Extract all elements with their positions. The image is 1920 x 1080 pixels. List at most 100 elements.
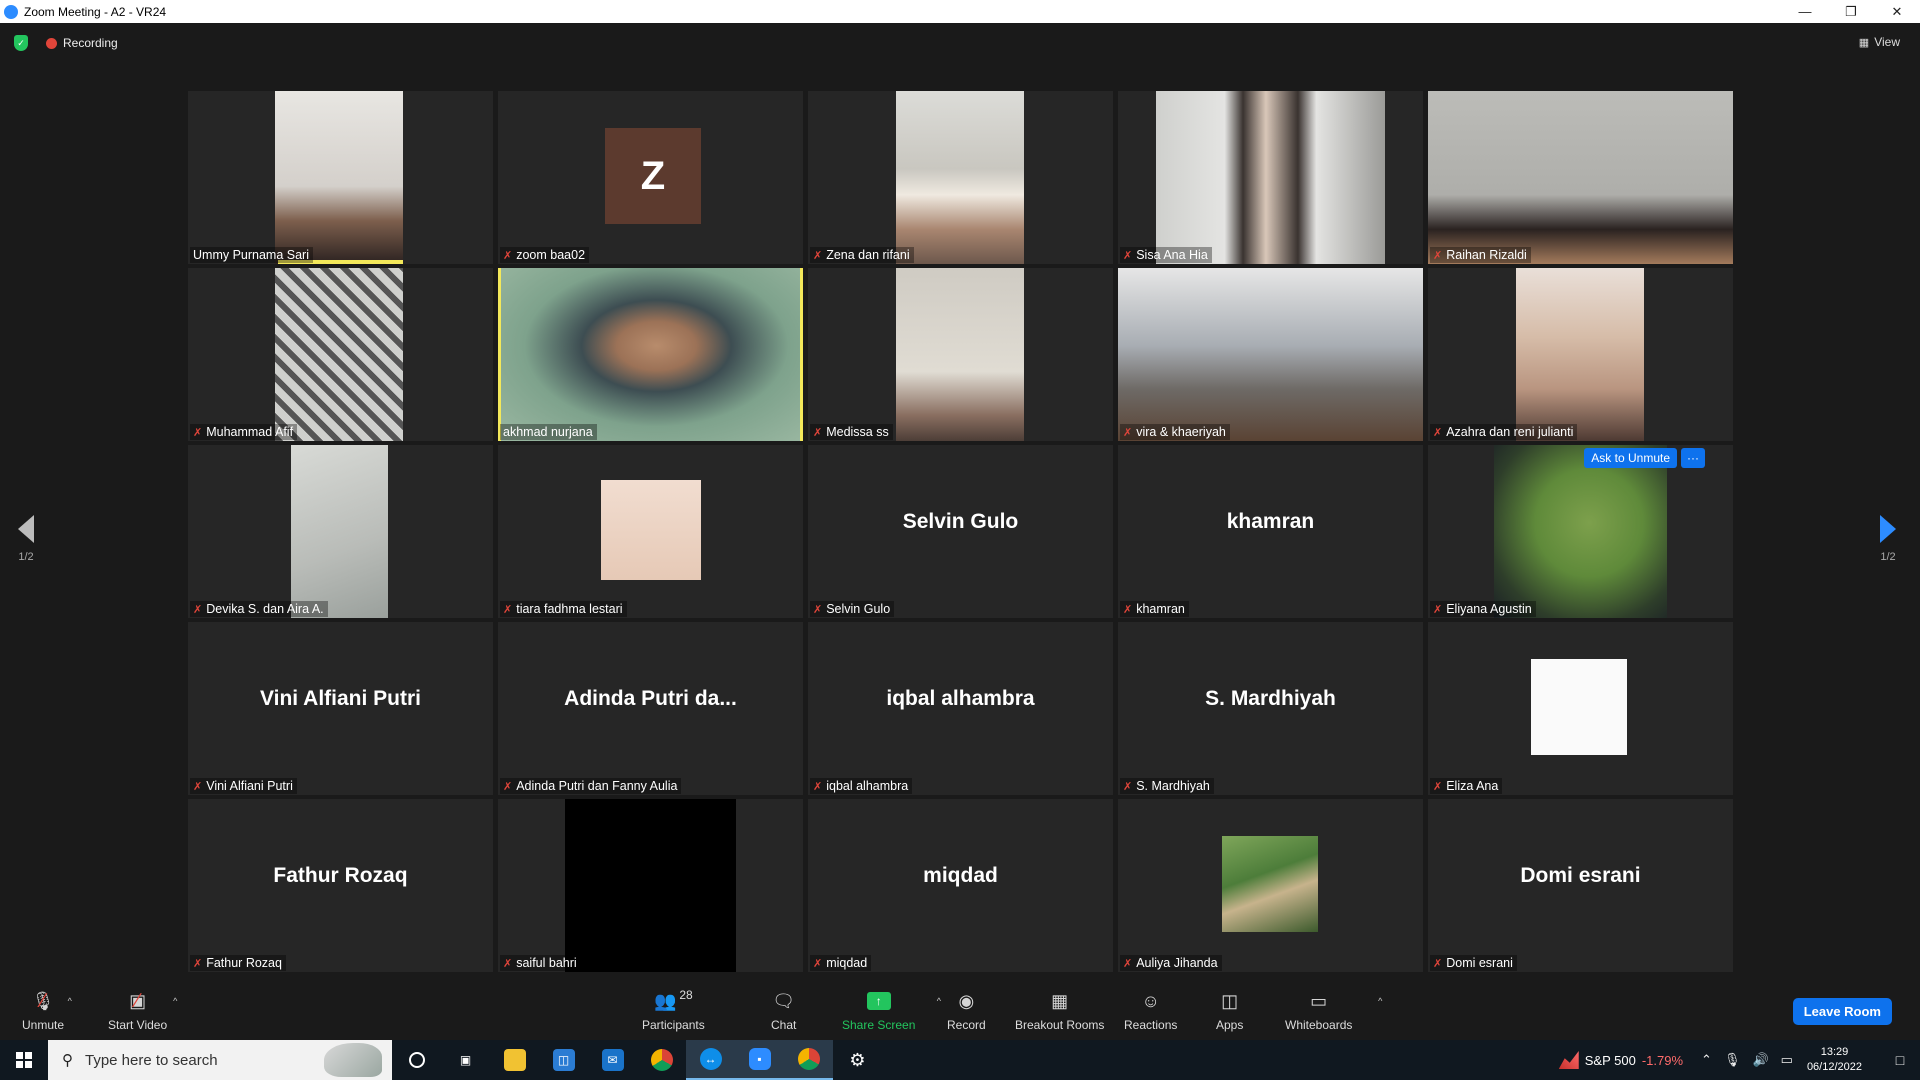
reactions-icon: ☺: [1141, 990, 1160, 1011]
participant-tile[interactable]: ✗ Azahra dan reni julianti: [1428, 268, 1733, 441]
taskbar-clock[interactable]: 13:29 06/12/2022: [1807, 1045, 1862, 1075]
whiteboards-button[interactable]: ▭ ^ Whiteboards: [1285, 990, 1383, 1033]
notifications-button[interactable]: □: [1880, 1040, 1920, 1080]
taskbar-zoom[interactable]: ▪: [735, 1040, 784, 1080]
participant-tile[interactable]: ✗ Auliya Jihanda: [1118, 799, 1423, 972]
participants-button[interactable]: 👥 28 Participants: [642, 988, 705, 1032]
muted-mic-icon: ✗: [193, 957, 203, 970]
taskbar-search-box[interactable]: ⚲ Type here to search: [48, 1040, 392, 1080]
start-video-button[interactable]: ▣ ∕ ^ Start Video: [108, 990, 177, 1033]
participant-tile[interactable]: S. Mardhiyah ✗ S. Mardhiyah: [1118, 622, 1423, 795]
share-screen-button[interactable]: ↑ ^ Share Screen: [842, 990, 941, 1032]
participant-name-tag: ✗ tiara fadhma lestari: [500, 601, 627, 617]
microphone-icon[interactable]: 🎙: [1724, 1052, 1741, 1068]
video-feed: [1494, 445, 1667, 618]
whiteboard-icon: ▭ ^: [1310, 990, 1383, 1011]
participant-tile[interactable]: Fathur Rozaq ✗ Fathur Rozaq: [188, 799, 493, 972]
participants-label: Participants: [642, 1018, 705, 1032]
participant-tile[interactable]: Vini Alfiani Putri ✗ Vini Alfiani Putri: [188, 622, 493, 795]
participant-name-tag: Ummy Purnama Sari: [190, 247, 313, 263]
participant-tile[interactable]: ✗ Medissa ss: [808, 268, 1113, 441]
participant-tile[interactable]: ✗ Raihan Rizaldi: [1428, 91, 1733, 264]
previous-page-button[interactable]: 1/2: [18, 515, 34, 563]
taskbar-store[interactable]: ◫: [539, 1040, 588, 1080]
meeting-toolbar: 🎙 ∕ ^ Unmute ▣ ∕ ^ Start Video 👥 28 Participa…: [0, 980, 1920, 1040]
caret-up-icon[interactable]: ^: [68, 996, 72, 1006]
taskbar-settings[interactable]: ⚙: [833, 1040, 882, 1080]
taskbar-mail[interactable]: ✉: [588, 1040, 637, 1080]
reactions-button[interactable]: ☺ Reactions: [1124, 990, 1177, 1033]
apps-button[interactable]: ◫ Apps: [1216, 990, 1243, 1033]
participant-tile[interactable]: Ask to Unmute ··· ✗ Eliyana Agustin: [1428, 445, 1733, 618]
participant-tile[interactable]: ✗ vira & khaeriyah: [1118, 268, 1423, 441]
participant-tile[interactable]: Z ✗ zoom baa02: [498, 91, 803, 264]
share-screen-label: Share Screen: [842, 1018, 916, 1032]
participant-name: khamran: [1136, 602, 1185, 616]
muted-mic-icon: ✗: [193, 603, 203, 616]
record-icon: ◉: [958, 990, 975, 1011]
task-view-button[interactable]: ▣: [441, 1040, 490, 1080]
participant-tile[interactable]: ✗ Sisa Ana Hia: [1118, 91, 1423, 264]
network-icon[interactable]: ▭: [1781, 1052, 1793, 1068]
participant-tile[interactable]: iqbal alhambra ✗ iqbal alhambra: [808, 622, 1113, 795]
taskbar-teamviewer[interactable]: ↔: [686, 1040, 735, 1080]
participant-tile[interactable]: ✗ Zena dan rifani: [808, 91, 1113, 264]
participant-name-tag: ✗ Vini Alfiani Putri: [190, 778, 297, 794]
breakout-rooms-label: Breakout Rooms: [1015, 1018, 1105, 1032]
chat-button[interactable]: 🗨 Chat: [771, 990, 797, 1033]
encryption-shield-icon[interactable]: ✓: [14, 35, 28, 51]
participant-tile[interactable]: Adinda Putri da... ✗ Adinda Putri dan Fan…: [498, 622, 803, 795]
participant-tile[interactable]: miqdad ✗ miqdad: [808, 799, 1113, 972]
participant-tile[interactable]: ✗ Eliza Ana: [1428, 622, 1733, 795]
caret-up-icon[interactable]: ^: [1378, 996, 1382, 1006]
record-button[interactable]: ◉ Record: [947, 990, 986, 1033]
taskbar-chrome-2[interactable]: [784, 1040, 833, 1080]
more-options-button[interactable]: ···: [1681, 448, 1705, 468]
unmute-button[interactable]: 🎙 ∕ ^ Unmute: [22, 990, 72, 1033]
arrow-left-icon: [18, 515, 34, 543]
participant-name: zoom baa02: [516, 248, 586, 262]
participant-tile[interactable]: Ummy Purnama Sari: [188, 91, 493, 264]
participant-tile[interactable]: ✗ Muhammad Afif: [188, 268, 493, 441]
video-feed: [1156, 91, 1385, 264]
avatar: Z: [605, 128, 701, 224]
breakout-rooms-button[interactable]: ▦ Breakout Rooms: [1015, 990, 1105, 1033]
volume-icon[interactable]: 🔊: [1752, 1052, 1768, 1068]
participant-name-tag: ✗ Eliza Ana: [1430, 778, 1503, 794]
next-page-button[interactable]: 1/2: [1880, 515, 1896, 563]
participant-tile[interactable]: ✗ tiara fadhma lestari: [498, 445, 803, 618]
profile-photo: [601, 480, 701, 580]
search-highlight-image: [324, 1043, 382, 1077]
participant-name: Zena dan rifani: [826, 248, 910, 262]
stock-widget[interactable]: S&P 500 -1.79%: [1558, 1051, 1683, 1069]
participant-tile[interactable]: ✗ saiful bahri: [498, 799, 803, 972]
start-button[interactable]: [0, 1040, 48, 1080]
meeting-topbar: ✓ Recording ▦ View: [0, 23, 1920, 63]
participant-tile[interactable]: Domi esrani ✗ Domi esrani: [1428, 799, 1733, 972]
restore-button[interactable]: ❐: [1828, 0, 1874, 23]
participant-tile[interactable]: khamran ✗ khamran: [1118, 445, 1423, 618]
minimize-button[interactable]: —: [1782, 0, 1828, 23]
participant-tile-active-speaker[interactable]: akhmad nurjana: [498, 268, 803, 441]
chat-label: Chat: [771, 1018, 797, 1032]
cortana-button[interactable]: [392, 1040, 441, 1080]
participant-name: Muhammad Afif: [206, 425, 294, 439]
video-feed: [1516, 268, 1644, 441]
recording-indicator[interactable]: Recording: [46, 36, 118, 50]
leave-room-button[interactable]: Leave Room: [1792, 998, 1892, 1025]
muted-mic-icon: ✗: [1433, 603, 1443, 616]
participant-display-name: Selvin Gulo: [902, 509, 1019, 533]
zoom-logo-icon: [4, 4, 18, 19]
caret-up-icon[interactable]: ^: [937, 996, 941, 1006]
participant-name: Vini Alfiani Putri: [206, 779, 293, 793]
participant-display-name: Domi esrani: [1520, 863, 1641, 887]
participant-tile[interactable]: Selvin Gulo ✗ Selvin Gulo: [808, 445, 1113, 618]
close-button[interactable]: ✕: [1874, 0, 1920, 23]
caret-up-icon[interactable]: ^: [173, 996, 177, 1006]
ask-to-unmute-button[interactable]: Ask to Unmute: [1584, 448, 1677, 468]
participant-tile[interactable]: ✗ Devika S. dan Aira A.: [188, 445, 493, 618]
chevron-up-icon[interactable]: ⌃: [1701, 1052, 1712, 1068]
taskbar-file-explorer[interactable]: [490, 1040, 539, 1080]
view-button[interactable]: ▦ View: [1859, 35, 1900, 49]
taskbar-chrome[interactable]: [637, 1040, 686, 1080]
